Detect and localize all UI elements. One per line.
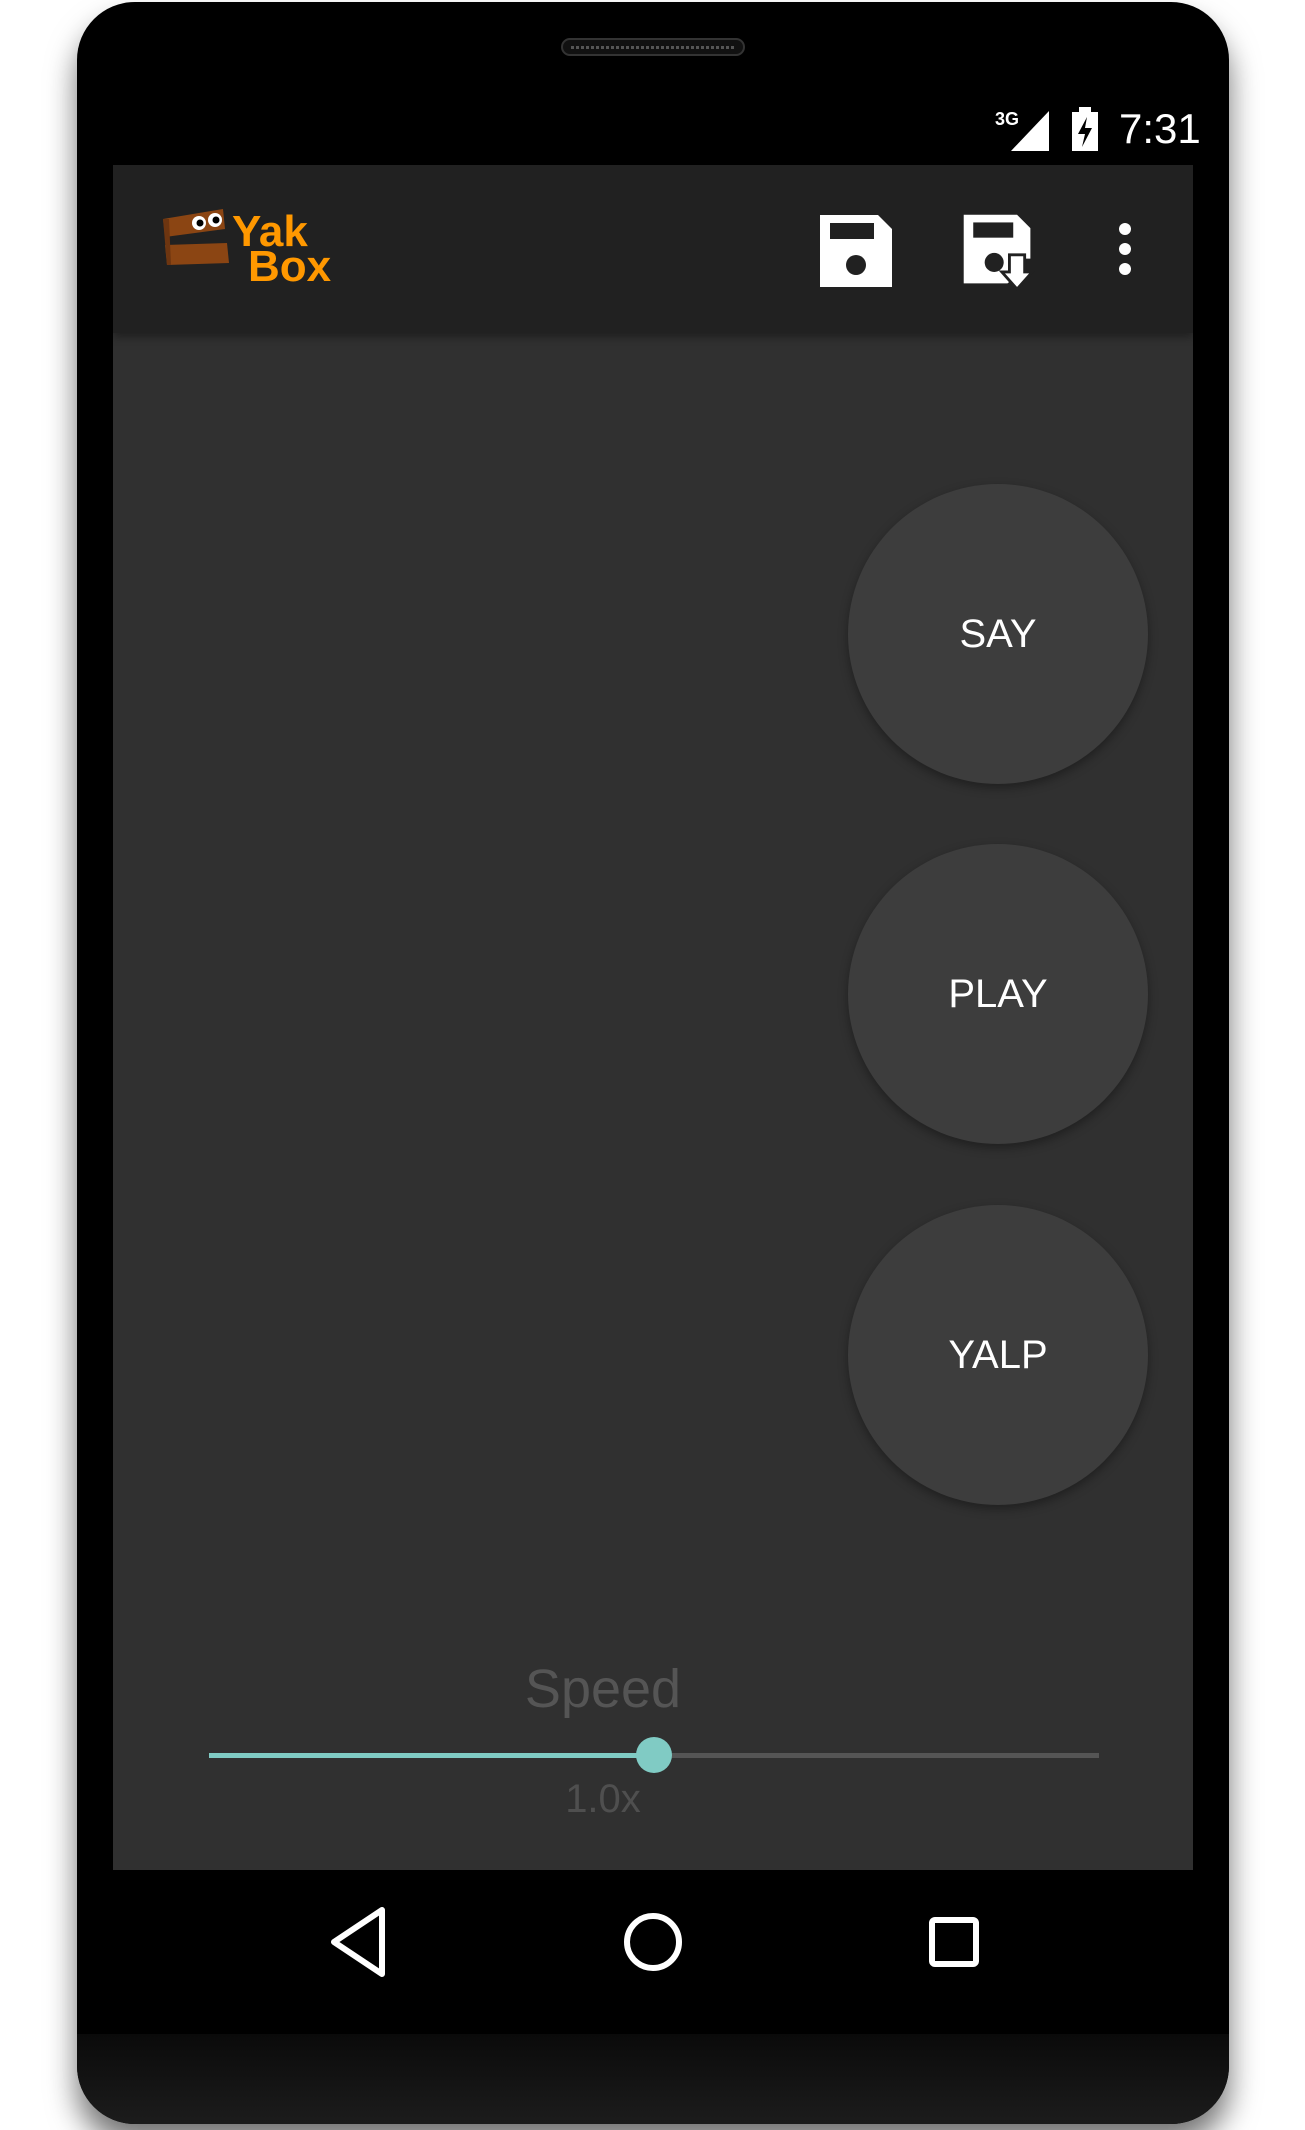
back-icon[interactable] xyxy=(316,1898,404,1986)
status-clock: 7:31 xyxy=(1119,105,1201,152)
yalp-button[interactable]: YALP xyxy=(848,1205,1148,1505)
save-as-icon[interactable] xyxy=(958,211,1038,291)
phone-bottom-bezel xyxy=(77,2034,1229,2124)
say-button[interactable]: SAY xyxy=(848,484,1148,784)
phone-frame: 3G 7:31 Yak Box SAY PLAY YALP Speed 1.0x xyxy=(77,2,1229,2124)
status-bar: 3G 7:31 xyxy=(113,97,1201,165)
app-toolbar: Yak Box xyxy=(113,165,1193,333)
logo-text-box: Box xyxy=(248,242,332,291)
navigation-bar xyxy=(113,1870,1193,2014)
overflow-menu-icon[interactable] xyxy=(1113,221,1137,277)
yakbox-logo: Yak Box xyxy=(161,205,351,289)
app-screen: Yak Box SAY PLAY YALP Speed 1.0x xyxy=(113,165,1193,1870)
recents-icon[interactable] xyxy=(910,1898,998,1986)
battery-charging-icon xyxy=(1072,107,1098,151)
signal-icon xyxy=(1011,111,1049,151)
home-icon[interactable] xyxy=(609,1898,697,1986)
speed-slider[interactable] xyxy=(209,1735,1099,1775)
speed-value-label: 1.0x xyxy=(565,1777,641,1821)
save-icon[interactable] xyxy=(816,211,896,291)
earpiece-speaker xyxy=(561,38,745,56)
yak-mascot-icon xyxy=(163,209,229,265)
speed-slider-fill xyxy=(209,1753,654,1758)
play-button[interactable]: PLAY xyxy=(848,844,1148,1144)
speed-label: Speed xyxy=(524,1659,682,1719)
speed-slider-thumb[interactable] xyxy=(636,1737,672,1773)
